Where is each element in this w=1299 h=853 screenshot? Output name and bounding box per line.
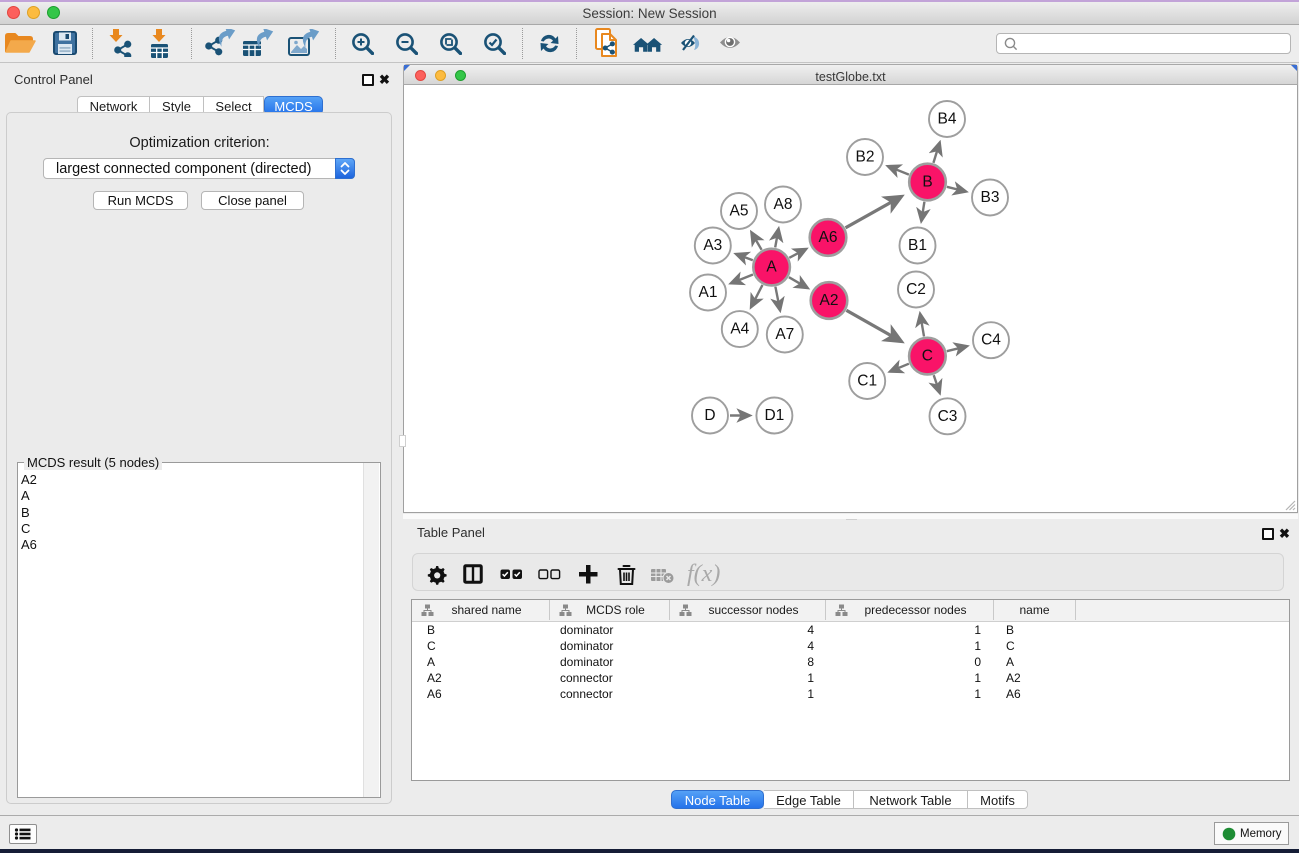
svg-text:D1: D1 xyxy=(764,407,784,424)
svg-text:B1: B1 xyxy=(908,237,927,254)
svg-text:f(x): f(x) xyxy=(687,561,720,587)
svg-text:A7: A7 xyxy=(775,326,794,343)
svg-text:A: A xyxy=(766,259,777,276)
svg-text:B4: B4 xyxy=(938,111,957,128)
svg-text:A2: A2 xyxy=(820,292,839,309)
svg-text:B: B xyxy=(922,174,932,191)
svg-text:A8: A8 xyxy=(774,196,793,213)
svg-text:A5: A5 xyxy=(730,203,749,220)
svg-text:A1: A1 xyxy=(699,284,718,301)
svg-text:C4: C4 xyxy=(981,332,1001,349)
svg-text:C3: C3 xyxy=(938,408,958,425)
svg-text:B3: B3 xyxy=(981,189,1000,206)
svg-text:A6: A6 xyxy=(819,229,838,246)
svg-text:A4: A4 xyxy=(730,321,749,338)
svg-text:A3: A3 xyxy=(703,237,722,254)
svg-text:C: C xyxy=(922,348,933,365)
svg-text:C1: C1 xyxy=(857,373,877,390)
svg-text:B2: B2 xyxy=(856,149,875,166)
svg-text:C2: C2 xyxy=(906,281,926,298)
svg-text:D: D xyxy=(704,407,715,424)
